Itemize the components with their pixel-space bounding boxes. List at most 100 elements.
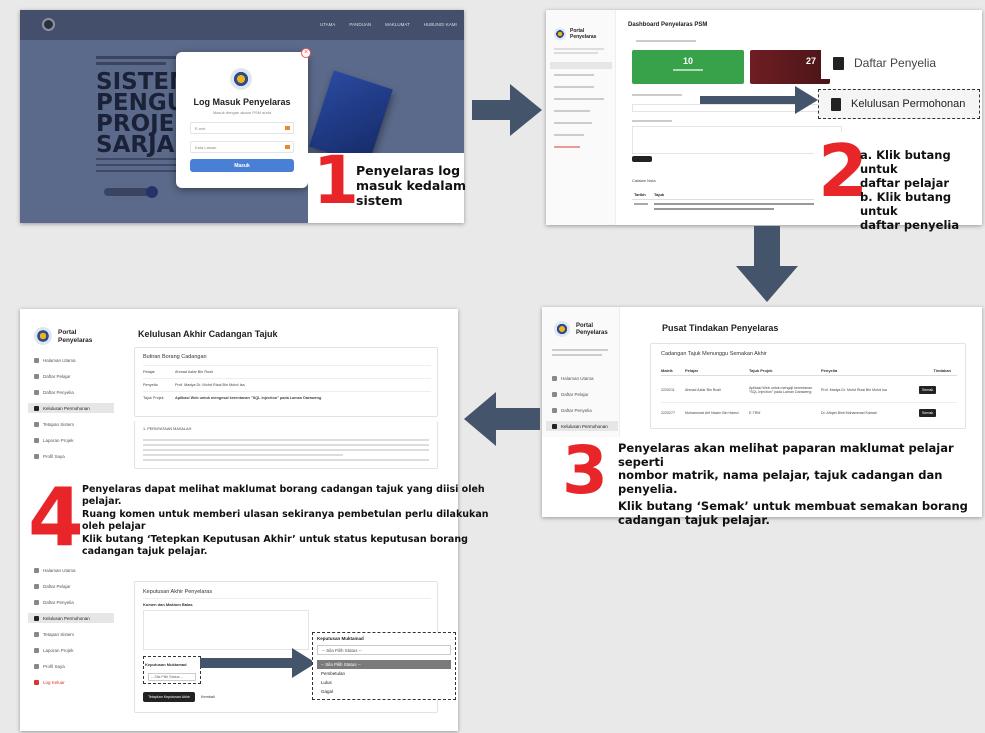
step4b-nav-halaman-utama[interactable]: Halaman Utama	[28, 565, 114, 575]
report-icon	[34, 647, 39, 653]
user-icon	[34, 663, 39, 669]
step1-number: 1	[313, 142, 359, 219]
step3-sidebar: Portal Penyelaras Halaman Utama Daftar P…	[542, 307, 620, 437]
step4-nav-tetapan[interactable]: Tetapan Sistem	[28, 419, 114, 429]
login-modal: × Log Masuk Penyelaras Masuk dengan akau…	[176, 48, 311, 188]
step4-nav-kelulusan[interactable]: Kelulusan Permohonan	[28, 403, 114, 413]
step4-sidebar-title: Portal Penyelaras	[58, 329, 93, 344]
step3-nav-halaman-utama[interactable]: Halaman Utama	[546, 373, 618, 383]
comment-textarea[interactable]	[143, 610, 309, 650]
step4b-nav-profil[interactable]: Profil Saya	[28, 661, 114, 671]
step2-save-note-button[interactable]	[632, 156, 652, 162]
step4-nav-profil[interactable]: Profil Saya	[28, 451, 114, 461]
section-heading: 1. PERNYATAAN MASALAH	[143, 427, 192, 431]
dropdown-option-lulus[interactable]: Lulus	[317, 679, 336, 686]
set-final-decision-button[interactable]: Tetapkan Keputusan Akhir	[143, 692, 195, 702]
user-plus-icon	[552, 391, 557, 397]
login-subtitle: Masuk dengan akaun PSM anda	[212, 110, 272, 115]
step4b-nav-logout[interactable]: Log Keluar	[28, 677, 114, 687]
email-icon	[285, 126, 290, 130]
top-nav: UTAMA PANDUAN MAKLUMAT HUBUNGI KAMI	[20, 10, 464, 40]
step4-nav-daftar-penyelia[interactable]: Daftar Penyelia	[28, 387, 114, 397]
step3-number: 3	[562, 432, 608, 509]
step4-portal-logo-icon	[34, 327, 52, 345]
login-submit-button[interactable]: Masuk	[190, 159, 294, 172]
step3-nav-daftar-pelajar[interactable]: Daftar Pelajar	[546, 389, 618, 399]
arrow-step2-to-step3	[736, 226, 798, 302]
step3-nav-kelulusan[interactable]: Kelulusan Permohonan	[546, 421, 618, 431]
nav-maklumat[interactable]: MAKLUMAT	[385, 22, 410, 27]
step3-sidebar-title: Portal Penyelaras	[576, 323, 608, 336]
step2-caption: a. Klik butang untuk daftar pelajar b. K…	[860, 148, 960, 232]
lock-icon	[285, 145, 290, 149]
decision-select-small[interactable]: -- Sila Pilih Status --	[143, 656, 201, 684]
user-plus-icon	[34, 583, 39, 589]
home-icon	[552, 375, 557, 381]
step3-page-title: Pusat Tindakan Penyelaras	[662, 323, 779, 333]
semak-button[interactable]: Semak	[919, 409, 937, 417]
pending-card: Cadangan Tajuk Menunggu Semakan Akhir Ma…	[650, 343, 966, 429]
home-icon	[34, 567, 39, 573]
dropdown-option-gagal[interactable]: Gagal	[317, 688, 337, 695]
email-field[interactable]: E-mel	[190, 122, 294, 134]
report-icon	[34, 437, 39, 443]
stat-card-maroon: 27	[750, 50, 830, 84]
notes-col-title: Tajuk	[654, 192, 665, 197]
clipboard-icon	[831, 97, 841, 111]
user-plus-icon	[34, 373, 39, 379]
step4b-nav-kelulusan[interactable]: Kelulusan Permohonan	[28, 613, 114, 623]
step4b-nav-laporan[interactable]: Laporan Projek	[28, 645, 114, 655]
back-button[interactable]: Kembali	[201, 695, 215, 699]
hero-play-icon[interactable]	[146, 186, 158, 198]
step4-page-title: Kelulusan Akhir Cadangan Tajuk	[138, 329, 278, 339]
arrow-step1-to-step2	[472, 84, 542, 136]
decision-title: Keputusan Akhir Penyelaras	[143, 589, 213, 595]
dropdown-select[interactable]: -- Sila Pilih Status --	[317, 645, 451, 655]
step4-nav-laporan[interactable]: Laporan Projek	[28, 435, 114, 445]
login-title: Log Masuk Penyelaras	[193, 97, 291, 107]
step2-sidebar-title: Portal Penyelaras	[570, 28, 597, 40]
clipboard-icon	[34, 405, 39, 411]
nav-panduan[interactable]: PANDUAN	[349, 22, 371, 27]
semak-button[interactable]: Semak	[919, 386, 937, 394]
col-tindakan: Tindakan	[933, 368, 952, 373]
step2-portal-logo-icon	[554, 28, 566, 40]
form-card-title: Butiran Borang Cadangan	[143, 354, 207, 360]
stat-card-green: 10	[632, 50, 744, 84]
step3-nav-daftar-penyelia[interactable]: Daftar Penyelia	[546, 405, 618, 415]
password-field[interactable]: Kata Laluan	[190, 141, 294, 153]
logo-icon	[42, 18, 55, 31]
dashboard-title: Dashboard Penyelaras PSM	[628, 22, 708, 28]
step4b-nav-tetapan[interactable]: Tetapan Sistem	[28, 629, 114, 639]
nav-hubungi[interactable]: HUBUNGI KAMI	[424, 22, 457, 27]
portal-logo-icon	[230, 68, 252, 90]
table-row: 2220277 Muhammad Arif Nazim Bin Hamzi E-…	[661, 406, 957, 420]
step4-number: 4	[28, 471, 84, 564]
step4-nav-halaman-utama[interactable]: Halaman Utama	[28, 355, 114, 365]
dropdown-option-default[interactable]: -- Sila Pilih Status --	[317, 660, 451, 669]
col-penyelia: Penyelia	[821, 368, 838, 373]
step4b-nav-daftar-pelajar[interactable]: Daftar Pelajar	[28, 581, 114, 591]
col-pelajar: Pelajar	[685, 368, 699, 373]
decision-dropdown-zoom[interactable]: Keputusan Muktamad -- Sila Pilih Status …	[312, 632, 456, 700]
step4-sidebar-bottom: Halaman Utama Daftar Pelajar Daftar Peny…	[28, 565, 114, 687]
user-icon	[34, 453, 39, 459]
content-card: 1. PERNYATAAN MASALAH	[134, 421, 438, 469]
id-card-icon	[833, 56, 844, 70]
arrow-to-kelulusan	[700, 86, 818, 114]
step4-nav-daftar-pelajar[interactable]: Daftar Pelajar	[28, 371, 114, 381]
step1-caption: Penyelaras log masuk kedalam sistem	[356, 163, 467, 208]
arrow-to-dropdown	[200, 648, 316, 678]
close-icon[interactable]: ×	[301, 48, 311, 58]
id-card-icon	[34, 389, 39, 395]
step4b-nav-daftar-penyelia[interactable]: Daftar Penyelia	[28, 597, 114, 607]
zoom-kelulusan-permohonan[interactable]: Kelulusan Permohonan	[818, 89, 980, 119]
dropdown-option-pembetulan[interactable]: Pembetulan	[317, 670, 349, 677]
stat-value-2: 27	[805, 56, 816, 66]
arrow-step3-to-step4	[464, 392, 540, 446]
zoom-daftar-penyelia[interactable]: Daftar Penyelia	[821, 47, 981, 79]
table-row: 2220211 Ahmad Azfar Bin Rusli Aplikasi W…	[661, 379, 957, 401]
id-card-icon	[34, 599, 39, 605]
nav-utama[interactable]: UTAMA	[320, 22, 335, 27]
clipboard-icon	[34, 615, 39, 621]
